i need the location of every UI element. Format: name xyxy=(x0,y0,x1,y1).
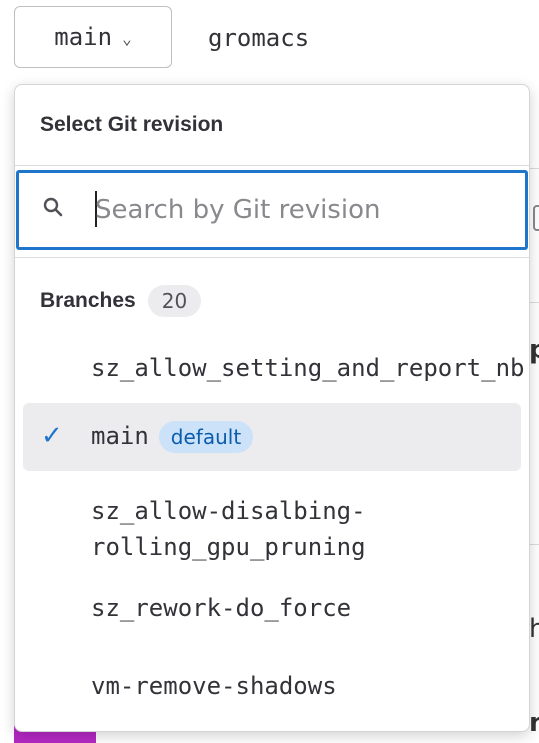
chevron-down-icon: ⌄ xyxy=(122,28,132,48)
branch-item[interactable]: sz_allow_setting_and_report_nb xyxy=(23,335,525,401)
project-name[interactable]: gromacs xyxy=(208,24,309,52)
default-badge: default xyxy=(158,421,254,453)
background-divider xyxy=(530,302,539,303)
ref-selector-label: main xyxy=(54,23,113,51)
search-box[interactable] xyxy=(16,170,528,250)
branch-item[interactable]: sz_rework-do_force xyxy=(23,577,521,639)
branches-count-badge: 20 xyxy=(147,285,202,317)
branch-item-label: sz_allow_setting_and_report_nb xyxy=(91,354,525,382)
check-icon: ✓ xyxy=(41,421,63,451)
branch-item-label: main xyxy=(91,422,149,450)
background-text-fragment: h xyxy=(529,614,539,644)
background-text-fragment: n xyxy=(529,708,539,738)
branch-item-label: vm-remove-shadows xyxy=(91,672,337,700)
branch-item[interactable]: vm-remove-shadows xyxy=(23,651,521,717)
search-input[interactable] xyxy=(93,187,517,233)
background-divider xyxy=(530,544,539,545)
branch-item[interactable]: sz_allow-disalbing- rolling_gpu_pruning xyxy=(23,481,521,571)
ref-selector-button[interactable]: main ⌄ xyxy=(14,6,172,68)
background-checkbox xyxy=(533,205,539,231)
background-text-fragment: p xyxy=(529,335,539,365)
background-divider xyxy=(530,168,539,169)
branch-item-selected[interactable]: ✓ main default xyxy=(23,403,521,471)
git-revision-dropdown: Select Git revision Branches 20 sz_allow… xyxy=(14,84,530,732)
branches-header: Branches 20 xyxy=(40,285,202,317)
dropdown-title: Select Git revision xyxy=(40,113,224,136)
branch-item-label: sz_allow-disalbing- rolling_gpu_pruning xyxy=(91,497,366,561)
divider xyxy=(15,257,529,258)
branch-item-label: sz_rework-do_force xyxy=(91,594,352,622)
branch-item-label-wrap: main default xyxy=(91,419,254,453)
divider xyxy=(15,165,529,166)
branches-label: Branches xyxy=(40,289,136,312)
search-icon xyxy=(43,197,63,217)
